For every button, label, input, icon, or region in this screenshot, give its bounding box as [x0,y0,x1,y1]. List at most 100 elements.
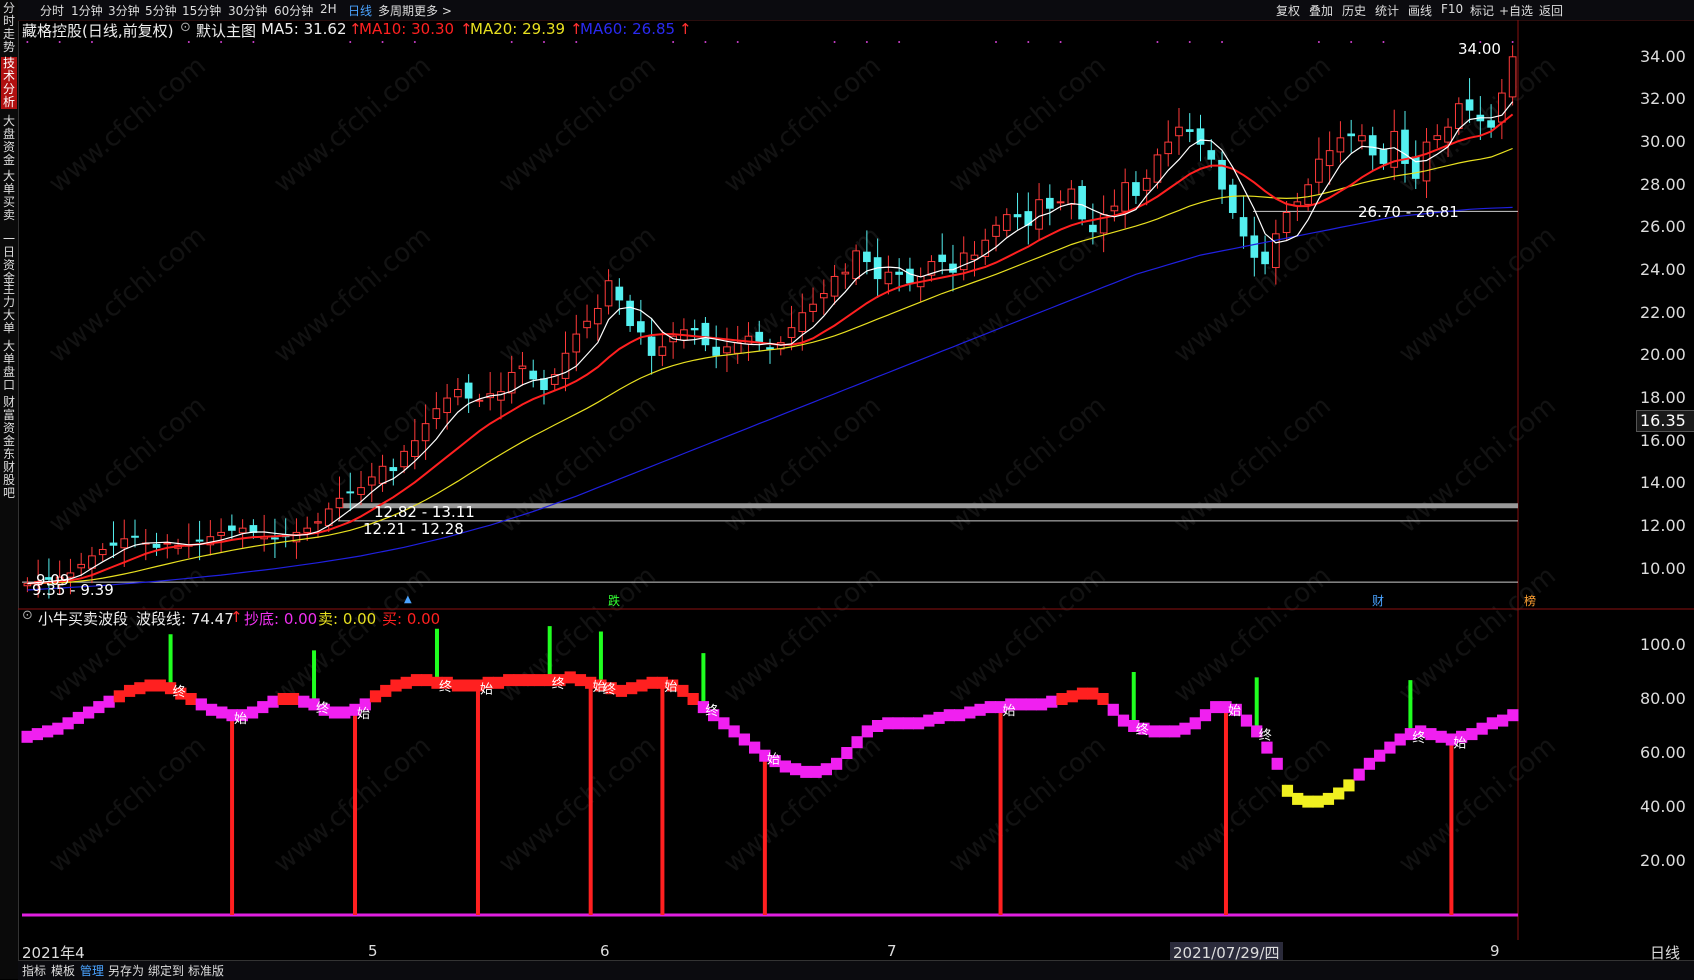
bottom-tab-0[interactable]: 指标 [22,962,46,979]
side-tab-1[interactable]: 技术分析 [1,57,17,109]
date-tick: 5 [368,942,378,960]
wave-line-segment [1374,749,1386,762]
sub-indicator-name[interactable]: 小牛买卖波段 [38,608,128,629]
candle-body [1487,120,1495,128]
wave-line-segment [1097,693,1109,705]
candle-body [324,508,333,527]
sub-settings-icon[interactable]: ⊙ [22,608,33,623]
indicator-name[interactable]: 默认主图 [196,20,256,41]
toolbar-button-3[interactable]: 统计 [1375,2,1399,19]
candle-body [1045,197,1054,209]
wave-line-segment [964,706,976,719]
period-tab-0[interactable]: 分时 [40,2,64,19]
osc-tick: 60.00 [1640,743,1686,762]
osc-tick: 100.0 [1640,635,1686,654]
price-tick: 14.00 [1640,473,1686,493]
candle-body [593,307,602,325]
price-tick: 18.00 [1640,388,1686,408]
period-tab-7[interactable]: 2H [320,2,337,16]
candle-body [1110,205,1119,212]
candle-body [1282,211,1291,234]
start-mark: 始 [1228,704,1241,719]
toolbar-button-7[interactable]: +自选 [1499,2,1533,19]
side-tab-4[interactable]: 一日资金 [1,233,17,285]
period-tab-1[interactable]: 1分钟 [71,2,103,19]
period-toolbar: 分时 1分钟 3分钟 5分钟 15分钟 30分钟 60分钟 2H 日线 多周期 更多 > 复权 叠加 历史… [18,0,1694,21]
wave-line-segment [1015,698,1027,711]
wave-line-segment [1199,709,1212,722]
wave-line-segment [1281,784,1294,797]
candlestick-chart[interactable] [18,20,1694,610]
side-tab-8[interactable]: 东财股吧 [1,448,17,500]
event-tag-fall[interactable]: 跌 [608,592,620,609]
period-tab-8[interactable]: 日线 [348,2,372,19]
period-tab-9[interactable]: 多周期 [378,2,414,19]
wave-line-segment [523,674,535,687]
wave-line-segment [277,693,289,705]
bottom-tab-5[interactable]: 标准版 [188,962,224,979]
side-tab-2[interactable]: 大盘资金 [1,115,17,167]
toolbar-button-2[interactable]: 历史 [1342,2,1366,19]
wave-line-segment [912,717,925,730]
wave-line-segment [718,717,730,730]
side-tab-3[interactable]: 大单买卖 [1,170,17,226]
bottom-tab-4[interactable]: 绑定到 [148,962,184,979]
candle-body [895,271,903,275]
toolbar-button-5[interactable]: F10 [1441,2,1463,16]
event-tag-ranking[interactable]: 榜 [1524,592,1536,609]
period-tab-3[interactable]: 5分钟 [145,2,177,19]
toolbar-button-1[interactable]: 叠加 [1309,2,1333,19]
wave-line-segment [861,725,873,738]
side-tab-5[interactable]: 主力大单 [1,283,17,335]
start-mark: 始 [357,707,370,722]
osc-tick: 20.00 [1640,851,1686,870]
event-tag-finance[interactable]: 财 [1372,592,1384,609]
wave-line-segment [779,760,791,773]
side-tab-6[interactable]: 大单盘口 [1,340,17,392]
candle-body [841,271,850,275]
event-up-icon[interactable]: ▲ [404,594,412,605]
indicator-settings-icon[interactable]: ⊙ [180,20,191,35]
period-tab-6[interactable]: 60分钟 [274,2,313,19]
toolbar-button-8[interactable]: 返回 [1539,2,1563,19]
wave-line-segment [1025,698,1037,711]
period-tab-5[interactable]: 30分钟 [228,2,267,19]
candle-body [1185,129,1194,132]
candle-body [378,465,387,484]
ma60-value: MA60: 26.85 [580,20,676,38]
candle-body [658,346,667,356]
start-mark: 始 [1453,737,1466,752]
wave-line-segment [749,741,761,754]
toolbar-button-4[interactable]: 画线 [1408,2,1432,19]
toolbar-button-6[interactable]: 标记 [1470,2,1494,19]
side-tab-7[interactable]: 财富资金 [1,396,17,448]
wave-line-segment [1179,722,1191,735]
bottom-tab-3[interactable]: 另存为 [108,962,144,979]
wave-line-arrow: ↑ [230,608,243,626]
bottom-tab-2[interactable]: 管理 [80,962,104,979]
oscillator-chart[interactable]: 始始始始始始始 始始终终终终终终终终终 [18,610,1694,940]
osc-tick: 80.00 [1640,689,1686,708]
period-tab-2[interactable]: 3分钟 [108,2,140,19]
period-tab-10[interactable]: 更多 > [414,2,452,19]
range-label-3: 12.21 - 12.28 [363,520,464,538]
end-mark: 终 [1412,730,1425,746]
bottom-tab-1[interactable]: 模板 [51,962,75,979]
osc-tick: 40.00 [1640,797,1686,816]
wave-line-segment [298,695,310,708]
toolbar-button-0[interactable]: 复权 [1276,2,1300,19]
price-tick: 34.00 [1640,46,1686,66]
candle-body [701,322,710,346]
candle-body [1379,149,1388,164]
candle-body [1325,150,1334,167]
wave-line-segment [564,671,576,684]
signal-dot [995,41,998,43]
candle-body [1454,103,1463,129]
candle-body [1272,233,1280,269]
period-tab-4[interactable]: 15分钟 [182,2,221,19]
bottom-toolbar: 指标 模板 管理 另存为 绑定到 标准版 [18,960,1694,980]
signal-dot [1188,41,1191,43]
side-tab-0[interactable]: 分时走势 [1,2,17,54]
price-tick: 24.00 [1640,260,1686,280]
wave-line-segment [1302,795,1314,808]
